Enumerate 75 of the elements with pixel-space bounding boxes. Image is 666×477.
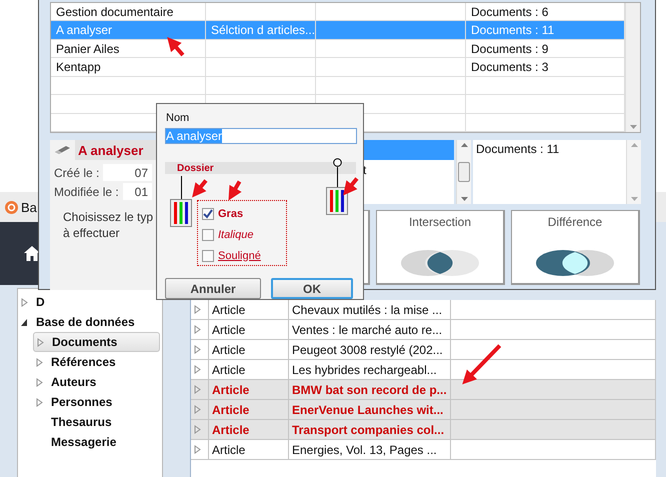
table-cell: Energies, Vol. 13, Pages ... (289, 440, 451, 459)
tree-item-label: Base de données (36, 315, 135, 329)
document-row[interactable]: Article Transport companies col... (191, 420, 656, 440)
scroll-down-icon[interactable] (630, 197, 638, 201)
table-cell: Article (209, 360, 289, 379)
checkbox-label: Gras (218, 208, 244, 220)
handle-icon[interactable] (332, 158, 342, 167)
table-cell: Article (209, 340, 289, 359)
scroll-up-icon[interactable] (460, 143, 468, 147)
tree-item[interactable]: Auteurs (33, 372, 160, 392)
table-cell: Article (209, 380, 289, 399)
checkbox-label: Italique (218, 228, 254, 240)
table-cell: Ventes : le marché auto re... (289, 320, 451, 339)
created-label: Créé le : (54, 166, 100, 180)
table-cell: Kentapp (51, 58, 206, 76)
document-count: Documents : 11 (475, 141, 560, 158)
scroll-down-icon[interactable] (630, 125, 636, 129)
window-title: Ba (21, 200, 37, 214)
operation-button[interactable]: Différence (511, 210, 640, 285)
table-cell: Peugeot 3008 restylé (202... (289, 340, 451, 359)
app-logo-icon (5, 200, 18, 214)
field-label: Nom (166, 112, 190, 124)
tree-item[interactable]: Thesaurus (33, 412, 160, 432)
operation-button[interactable]: Intersection (376, 210, 505, 285)
document-row[interactable]: Article BMW bat son record de p... (191, 380, 656, 400)
table-cell: BMW bat son record de p... (289, 380, 451, 399)
table-cell: Article (209, 440, 289, 459)
prompt-text: à effectuer (63, 225, 120, 241)
document-row[interactable]: Article EnerVenue Launches wit... (191, 400, 656, 420)
modified-label: Modifiée le : (54, 184, 119, 198)
tree-item-label: Messagerie (51, 435, 116, 449)
venn-icon (535, 249, 615, 277)
tree-item[interactable]: Documents (33, 332, 160, 352)
tree-item-label: Thesaurus (51, 415, 112, 429)
checkbox[interactable] (202, 208, 214, 220)
scroll-up-icon[interactable] (630, 143, 638, 147)
tree-item[interactable]: Personnes (33, 392, 160, 412)
tree-item[interactable]: Base de données (18, 312, 160, 332)
table-cell: Sélction d articles... (206, 21, 316, 39)
tree-item-label: D (36, 295, 45, 309)
document-row[interactable]: Article Peugeot 3008 restylé (202... (191, 340, 656, 360)
tree-item-label: Personnes (51, 395, 112, 409)
group-header: Dossier (165, 162, 356, 174)
checkbox-label: Souligné (218, 250, 261, 262)
document-row[interactable]: Article Energies, Vol. 13, Pages ... (191, 440, 656, 460)
table-cell: EnerVenue Launches wit... (289, 400, 451, 419)
scrollbar-thumb[interactable] (458, 162, 470, 182)
table-row[interactable]: Kentapp Documents : 3 (51, 58, 625, 77)
dialog-button[interactable]: Annuler (165, 278, 261, 299)
tree-item-label: Documents (52, 335, 118, 349)
dialog-button[interactable]: OK (271, 278, 353, 299)
table-cell: Article (209, 420, 289, 439)
prompt-text: Choisissez le typ (63, 209, 154, 225)
table-cell: Gestion documentaire (51, 3, 206, 20)
document-row[interactable]: Article Ventes : le marché auto re... (191, 320, 656, 340)
table-cell: Article (209, 400, 289, 419)
created-value: 07 (103, 164, 152, 181)
tree-item[interactable]: D (18, 292, 160, 312)
tree-item-label: Auteurs (51, 375, 96, 389)
color-picker-button[interactable] (170, 199, 192, 227)
tree-item-label: Références (51, 355, 116, 369)
color-picker-button[interactable] (326, 187, 348, 215)
table-cell: Les hybrides rechargeabl... (289, 360, 451, 379)
scroll-down-icon[interactable] (460, 197, 468, 201)
checkbox[interactable] (202, 228, 214, 240)
eraser-icon (54, 145, 71, 155)
expander-icon[interactable] (21, 318, 28, 326)
home-icon[interactable] (24, 246, 40, 261)
table-cell: Transport companies col... (289, 420, 451, 439)
tree-item[interactable]: Messagerie (33, 432, 160, 452)
modified-value: 01 (122, 183, 152, 200)
tree-item[interactable]: Références (33, 352, 160, 372)
table-cell: Article (209, 320, 289, 339)
checkbox[interactable] (202, 250, 214, 262)
venn-icon (400, 249, 480, 277)
